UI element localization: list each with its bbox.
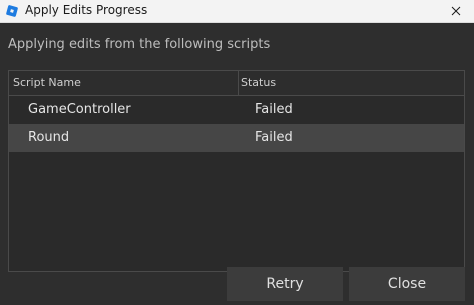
column-header-script-name[interactable]: Script Name — [13, 76, 81, 89]
title-bar: Apply Edits Progress — [0, 0, 474, 23]
script-name-cell: GameController — [28, 102, 131, 117]
dialog-heading: Applying edits from the following script… — [8, 37, 271, 52]
table-row[interactable]: Round Failed — [9, 124, 464, 152]
retry-button[interactable]: Retry — [227, 267, 343, 301]
dialog-body: Applying edits from the following script… — [0, 23, 474, 305]
column-divider[interactable] — [238, 71, 239, 95]
window-title: Apply Edits Progress — [25, 3, 148, 17]
column-header-status[interactable]: Status — [241, 76, 276, 89]
table-header: Script Name Status — [9, 71, 464, 96]
status-cell: Failed — [255, 102, 293, 117]
script-name-cell: Round — [28, 130, 70, 145]
scripts-table: Script Name Status GameController Failed… — [8, 70, 465, 272]
table-row[interactable]: GameController Failed — [9, 96, 464, 124]
status-cell: Failed — [255, 130, 293, 145]
roblox-studio-icon — [5, 3, 19, 17]
close-icon[interactable] — [438, 0, 474, 22]
close-button[interactable]: Close — [349, 267, 465, 301]
